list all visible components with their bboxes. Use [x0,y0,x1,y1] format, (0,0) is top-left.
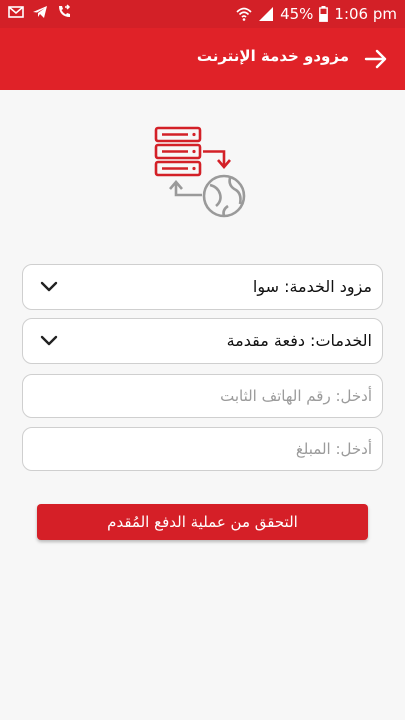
battery-percent: 45% [280,5,314,23]
status-bar-notifications [8,4,72,20]
provider-select[interactable]: مزود الخدمة: سوا [22,264,383,310]
server-globe-icon [154,126,246,218]
wifi-icon [236,7,252,21]
chevron-down-icon [40,335,58,346]
app-bar: مزودو خدمة الإنترنت [0,28,405,90]
amount-placeholder: أدخل: المبلغ [295,440,372,458]
signal-icon [259,7,274,21]
status-bar: 45% 1:06 pm [0,0,405,28]
telegram-icon [33,6,47,18]
provider-select-value: مزود الخدمة: سوا [252,277,372,296]
page-title: مزودو خدمة الإنترنت [196,47,349,65]
verify-prepaid-payment-button[interactable]: التحقق من عملية الدفع المُقدم [37,504,368,540]
arrow-right-icon[interactable] [363,46,389,72]
battery-icon [319,6,329,22]
landline-number-input[interactable]: أدخل: رقم الهاتف الثابت [22,374,383,418]
amount-input[interactable]: أدخل: المبلغ [22,427,383,471]
call-forward-icon [59,4,71,17]
service-select[interactable]: الخدمات: دفعة مقدمة [22,318,383,364]
envelope-icon [8,6,24,18]
landline-number-placeholder: أدخل: رقم الهاتف الثابت [220,387,372,405]
service-select-value: الخدمات: دفعة مقدمة [226,331,372,350]
status-bar-system: 45% 1:06 pm [236,5,397,23]
chevron-down-icon [40,281,58,292]
clock: 1:06 pm [334,5,397,23]
